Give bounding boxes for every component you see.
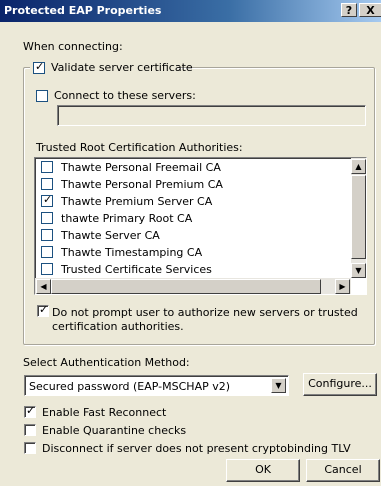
trusted-root-ca-label: Trusted Root Certification Authorities: (36, 141, 243, 154)
fast-reconnect-checkbox[interactable]: ✓ (24, 404, 36, 418)
dialog-title: Protected EAP Properties (4, 4, 162, 17)
ca-list-item[interactable]: Thawte Personal Premium CA (35, 176, 350, 193)
servers-input[interactable] (57, 105, 366, 126)
cancel-button[interactable]: Cancel (306, 459, 380, 482)
ca-list-item[interactable]: Thawte Personal Freemail CA (35, 159, 350, 176)
ca-item-checkbox[interactable] (41, 178, 53, 190)
configure-button[interactable]: Configure... (303, 373, 377, 396)
quarantine-checkbox[interactable] (24, 424, 36, 436)
ca-item-checkbox[interactable] (41, 229, 53, 241)
ca-item-label: thawte Primary Root CA (61, 212, 193, 225)
cryptobinding-label: Disconnect if server does not present cr… (42, 442, 351, 455)
validate-server-cert-checkbox[interactable]: ✓ (33, 60, 45, 74)
title-bar: Protected EAP Properties ? X (0, 0, 381, 22)
protected-eap-properties-dialog: Protected EAP Properties ? X When connec… (0, 0, 381, 486)
scroll-left-arrow-icon[interactable]: ◀ (36, 279, 51, 294)
connect-to-servers-checkbox[interactable] (36, 90, 48, 102)
validate-server-cert-label: Validate server certificate (51, 61, 193, 74)
ca-list-item[interactable]: Trusted Certificate Services (35, 261, 350, 278)
ca-item-label: Thawte Personal Premium CA (61, 178, 223, 191)
ca-item-label: Thawte Server CA (61, 229, 160, 242)
auth-method-selected-value: Secured password (EAP-MSCHAP v2) (29, 380, 231, 393)
ok-button[interactable]: OK (226, 459, 300, 482)
ca-list-item[interactable]: Thawte Timestamping CA (35, 244, 350, 261)
scroll-down-arrow-icon[interactable]: ▼ (351, 263, 366, 278)
connect-to-servers-label: Connect to these servers: (54, 89, 196, 102)
ca-item-label: Thawte Timestamping CA (61, 246, 203, 259)
auth-method-select[interactable]: Secured password (EAP-MSCHAP v2) ▼ (24, 375, 289, 396)
ca-item-checkbox[interactable] (41, 212, 53, 224)
validate-server-cert-legend: ✓ Validate server certificate (30, 60, 193, 76)
ca-item-label: Thawte Personal Freemail CA (61, 161, 221, 174)
ca-item-label: Trusted Certificate Services (61, 263, 212, 276)
check-icon: ✓ (26, 404, 36, 417)
ca-list-item[interactable]: thawte Primary Root CA (35, 210, 350, 227)
fast-reconnect-label: Enable Fast Reconnect (42, 406, 167, 419)
check-icon: ✓ (43, 193, 53, 206)
ca-list-hscroll-thumb[interactable] (51, 279, 321, 294)
ca-item-checkbox[interactable] (41, 263, 53, 275)
close-button[interactable]: X (359, 3, 381, 17)
help-button[interactable]: ? (341, 3, 357, 17)
quarantine-label: Enable Quarantine checks (42, 424, 187, 437)
dropdown-arrow-icon[interactable]: ▼ (271, 378, 286, 393)
check-icon: ✓ (35, 60, 45, 73)
check-icon: ✓ (39, 303, 49, 316)
scroll-right-arrow-icon[interactable]: ▶ (335, 279, 350, 294)
trusted-ca-list[interactable]: Thawte Personal Freemail CA Thawte Person… (34, 157, 367, 295)
do-not-prompt-label-line2: certification authorities. (52, 320, 184, 333)
ca-item-checkbox[interactable] (41, 246, 53, 258)
do-not-prompt-label-line1: Do not prompt user to authorize new serv… (52, 306, 358, 319)
ca-list-item[interactable]: Thawte Server CA (35, 227, 350, 244)
auth-method-label: Select Authentication Method: (23, 356, 190, 369)
cryptobinding-checkbox[interactable] (24, 442, 36, 454)
ca-list-item[interactable]: ✓ Thawte Premium Server CA (35, 193, 350, 210)
ca-list-vscroll-thumb[interactable] (351, 175, 366, 259)
ca-item-label: Thawte Premium Server CA (61, 195, 213, 208)
ca-item-checkbox[interactable]: ✓ (41, 193, 53, 207)
do-not-prompt-checkbox[interactable]: ✓ (37, 303, 49, 317)
ca-item-checkbox[interactable] (41, 161, 53, 173)
when-connecting-label: When connecting: (23, 40, 123, 53)
scroll-up-arrow-icon[interactable]: ▲ (351, 159, 366, 174)
